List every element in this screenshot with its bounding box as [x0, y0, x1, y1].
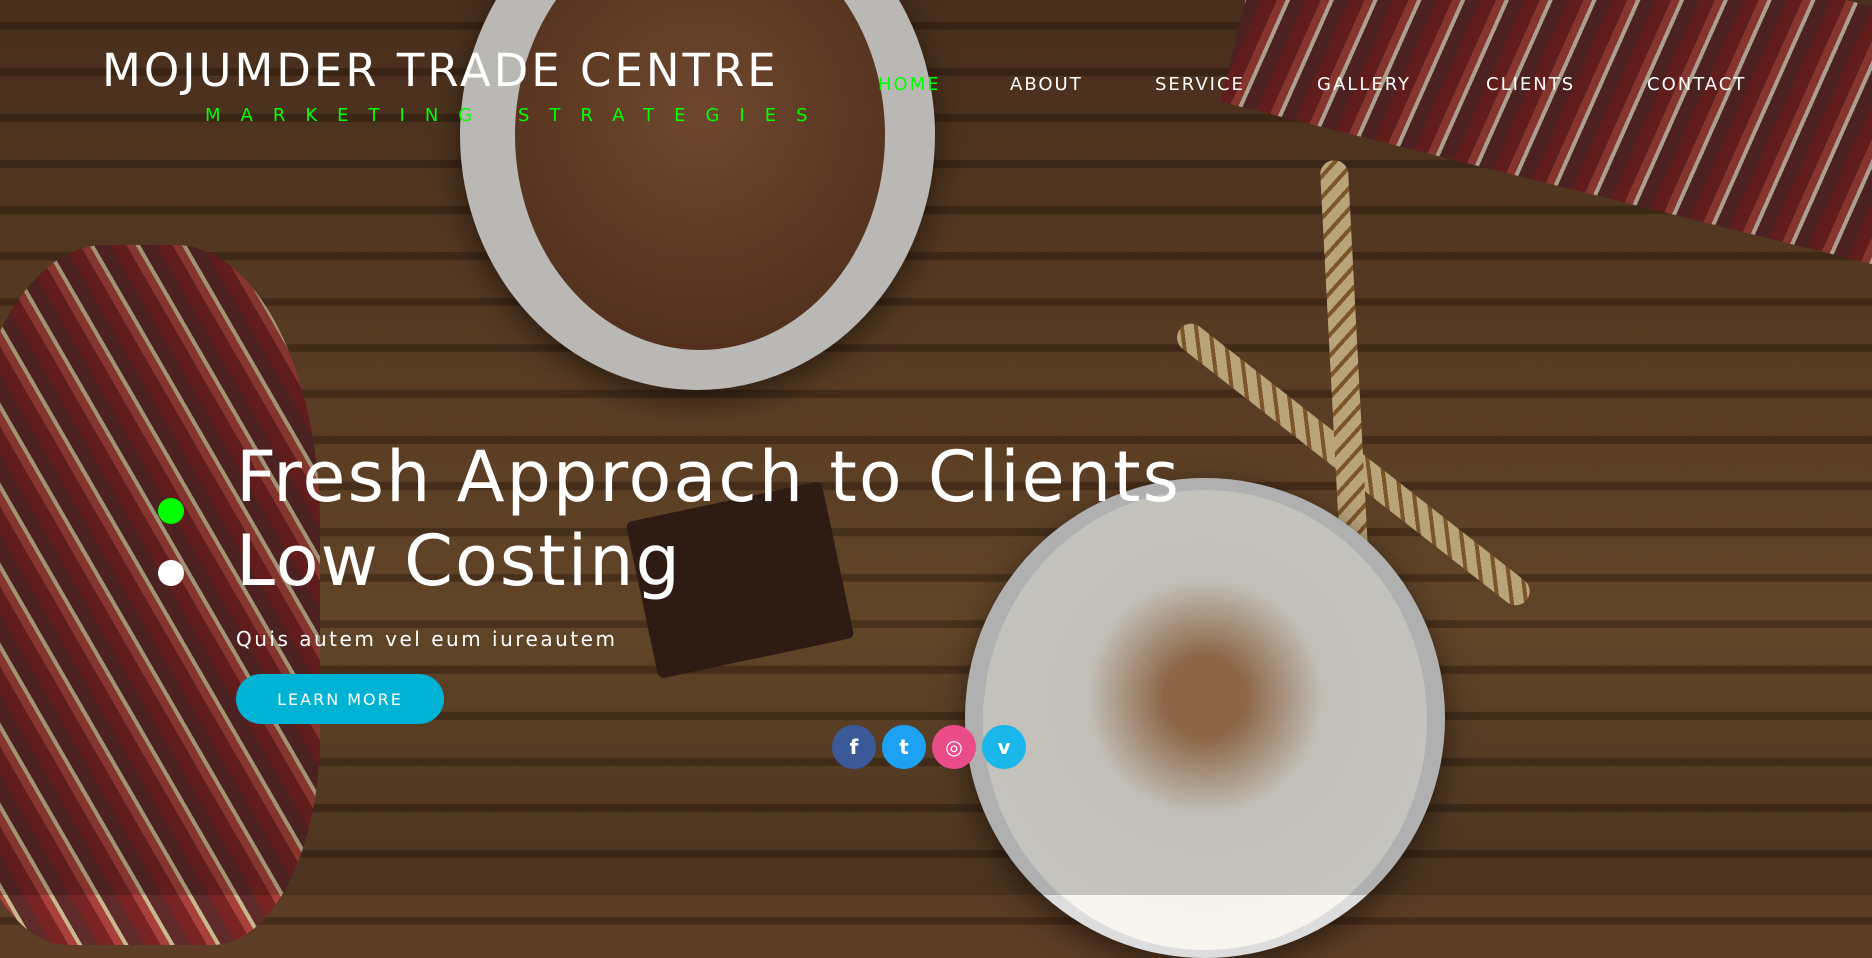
nav-home[interactable]: HOME — [878, 74, 941, 95]
vimeo-icon: v — [997, 735, 1011, 759]
nav-service[interactable]: SERVICE — [1155, 74, 1245, 95]
hero-subtitle: Quis autem vel eum iureautem — [236, 627, 618, 651]
vimeo-link[interactable]: v — [982, 725, 1026, 769]
slide-dot-1-active[interactable] — [158, 498, 184, 524]
nav-clients[interactable]: CLIENTS — [1486, 74, 1575, 95]
nav-gallery[interactable]: GALLERY — [1317, 74, 1411, 95]
slide-dot-2[interactable] — [158, 560, 184, 586]
facebook-icon: f — [849, 735, 859, 759]
site-logo[interactable]: MOJUMDER TRADE CENTRE — [102, 44, 779, 97]
hero-title-line-2: Low Costing — [236, 520, 682, 602]
site-tagline: MARKETING STRATEGIES — [205, 105, 828, 126]
facebook-link[interactable]: f — [832, 725, 876, 769]
learn-more-button[interactable]: LEARN MORE — [236, 674, 444, 724]
dribbble-link[interactable]: ◎ — [932, 725, 976, 769]
twitter-link[interactable]: t — [882, 725, 926, 769]
hero-title-line-1: Fresh Approach to Clients — [236, 436, 1182, 518]
nav-contact[interactable]: CONTACT — [1647, 74, 1746, 95]
twitter-icon: t — [899, 735, 909, 759]
dribbble-icon: ◎ — [945, 735, 963, 759]
nav-about[interactable]: ABOUT — [1010, 74, 1083, 95]
